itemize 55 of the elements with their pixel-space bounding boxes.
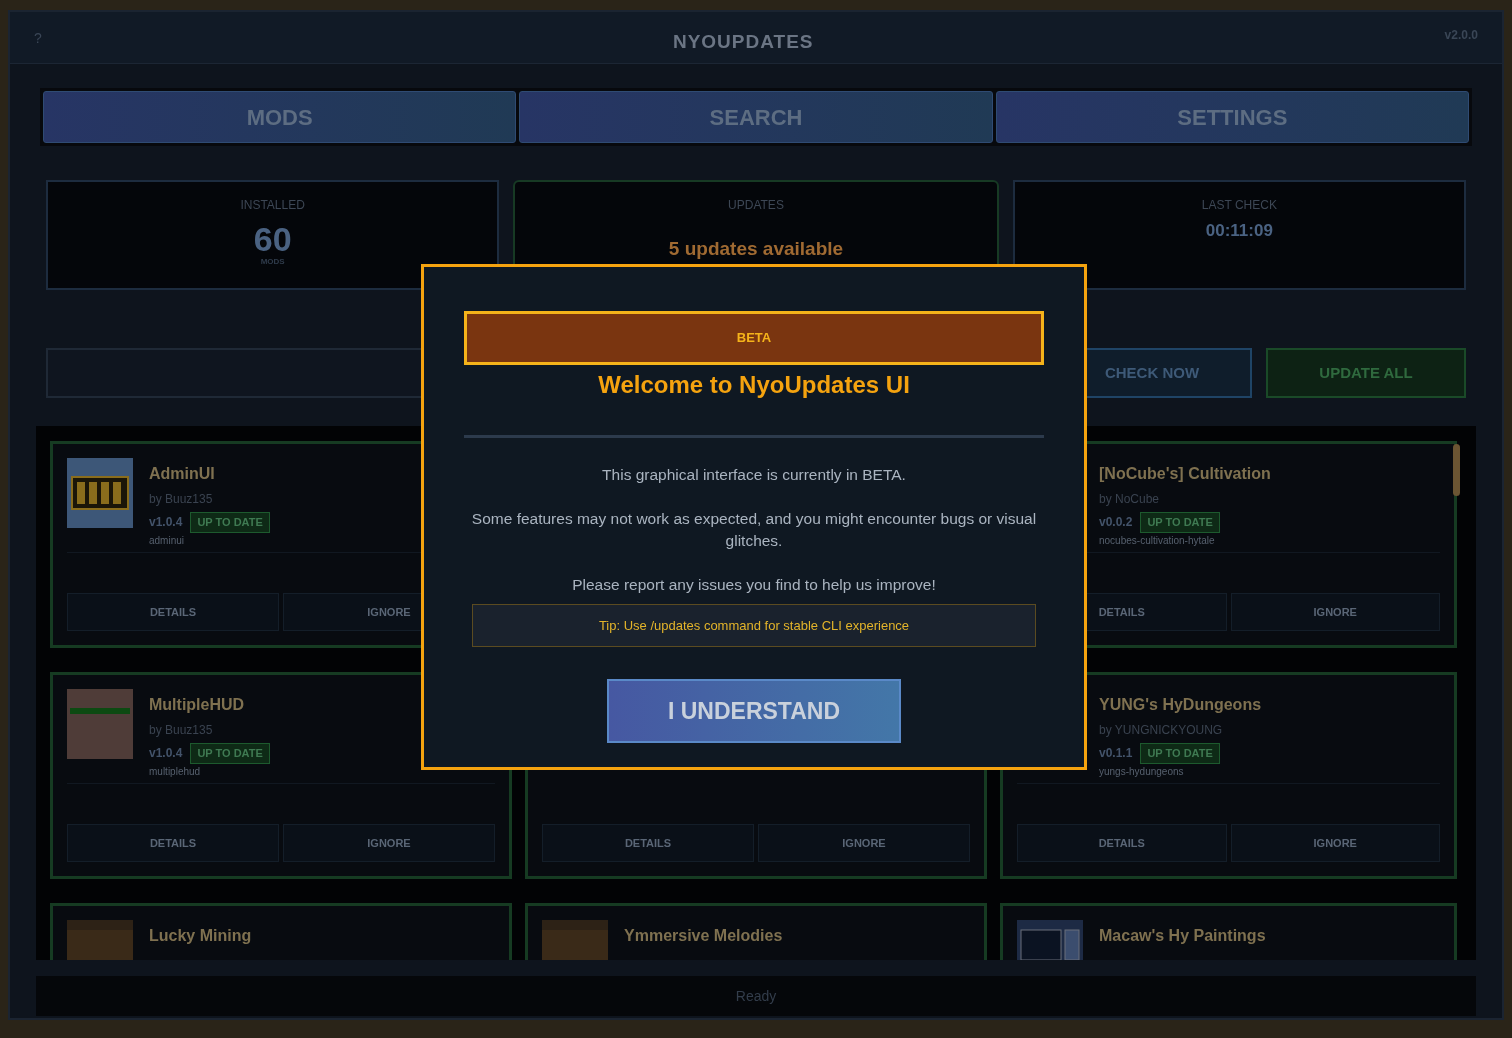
mod-author: by NoCube (1099, 491, 1161, 508)
mod-slug: adminui (149, 533, 186, 548)
scrollbar-thumb[interactable] (1453, 444, 1460, 496)
card-button[interactable]: IGNORE (1230, 593, 1440, 631)
understand-button[interactable]: I UNDERSTAND (607, 679, 901, 743)
dialog-text: Some features may not work as expected, and you might encounter bugs or visual glitches. (470, 509, 1038, 551)
tab[interactable]: MODS (43, 91, 517, 143)
banner-text: BETA (736, 329, 772, 348)
window-title: NYOUPDATES (672, 30, 814, 54)
card-button[interactable]: IGNORE (283, 824, 495, 862)
mod-name: AdminUI (149, 464, 216, 484)
card-button[interactable]: DETAILS (67, 824, 279, 862)
dialog-title: Welcome to NyoUpdates UI (597, 370, 911, 400)
mod-thumbnail (67, 689, 133, 759)
mod-name: Macaw's Hy Paintings (1099, 926, 1266, 946)
mod-author: by Buuz135 (149, 491, 214, 508)
stat-unit: MODS (259, 256, 286, 268)
status-badge: UP TO DATE (190, 743, 270, 764)
mod-version: v1.0.4 (149, 745, 183, 763)
status-badge: UP TO DATE (190, 512, 270, 533)
stat-label: INSTALLED (239, 197, 306, 214)
mod-version: v0.1.1 (1099, 745, 1133, 763)
mod-author: by Buuz135 (149, 722, 214, 739)
stat-value: 5 updates available (667, 237, 845, 261)
stat-value: 60 (252, 222, 293, 256)
mod-slug: nocubes-cultivation-hytale (1099, 533, 1216, 548)
mod-name: Ymmersive Melodies (624, 926, 783, 946)
status-badge: UP TO DATE (1140, 512, 1220, 533)
stat-label: LAST CHECK (1200, 197, 1278, 214)
mod-version: v1.0.4 (149, 514, 183, 532)
status-text: Ready (735, 986, 777, 1006)
card-button[interactable]: IGNORE (758, 824, 970, 862)
tab[interactable]: SETTINGS (995, 91, 1469, 143)
mod-slug: yungs-hydungeons (1099, 764, 1185, 779)
mod-name: YUNG's HyDungeons (1099, 695, 1262, 715)
mod-name: Lucky Mining (149, 926, 252, 946)
dialog-text: This graphical interface is currently in BETA. (601, 465, 907, 485)
stat-label: UPDATES (727, 197, 785, 214)
help-button[interactable]: ? (34, 28, 42, 49)
status-badge: UP TO DATE (1140, 743, 1220, 764)
card-button[interactable]: DETAILS (542, 824, 754, 862)
stat-value: 00:11:09 (1204, 222, 1274, 239)
card-button[interactable]: IGNORE (1230, 824, 1440, 862)
mod-author: by YUNGNICKYOUNG (1099, 722, 1224, 739)
tab[interactable]: SEARCH (519, 91, 993, 143)
action-button[interactable]: UPDATE ALL (1266, 348, 1466, 398)
mod-version: v0.0.2 (1099, 514, 1133, 532)
card-button[interactable]: DETAILS (1017, 824, 1227, 862)
tip-text: Tip: Use /updates command for stable CLI experience (598, 616, 910, 635)
mod-name: [NoCube's] Cultivation (1099, 464, 1271, 484)
mod-name: MultipleHUD (149, 695, 246, 715)
card-button[interactable]: DETAILS (67, 593, 279, 631)
mod-slug: multiplehud (149, 764, 202, 779)
dialog-text: Please report any issues you find to help us improve! (571, 575, 937, 595)
mod-thumbnail (67, 458, 133, 528)
